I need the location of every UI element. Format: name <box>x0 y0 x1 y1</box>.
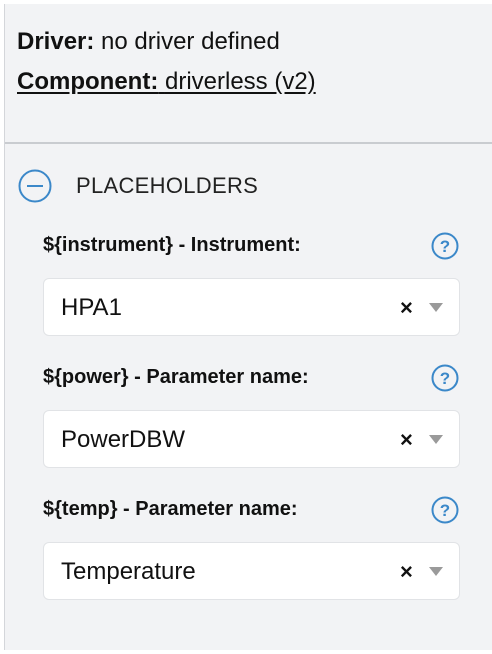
placeholders-section-toggle[interactable]: PLACEHOLDERS <box>18 168 258 204</box>
driver-value: no driver defined <box>101 28 280 55</box>
svg-text:?: ? <box>440 237 450 256</box>
svg-text:?: ? <box>440 369 450 388</box>
power-select[interactable]: PowerDBW × <box>43 410 460 468</box>
driver-line: Driver: no driver defined <box>17 22 316 62</box>
instrument-field-label: ${instrument} - Instrument: <box>43 234 301 256</box>
driver-label: Driver: <box>17 28 95 55</box>
power-field-label: ${power} - Parameter name: <box>43 366 309 388</box>
power-help-icon[interactable]: ? <box>431 364 459 392</box>
power-dropdown-arrow-icon[interactable] <box>429 435 443 444</box>
instrument-clear-icon[interactable]: × <box>400 279 413 337</box>
collapse-minus-circle-icon[interactable] <box>18 169 52 203</box>
instrument-select[interactable]: HPA1 × <box>43 278 460 336</box>
svg-text:?: ? <box>440 501 450 520</box>
temp-select-value: Temperature <box>61 558 196 585</box>
instrument-dropdown-arrow-icon[interactable] <box>429 303 443 312</box>
instrument-select-value: HPA1 <box>61 294 122 321</box>
component-value: driverless (v2) <box>164 68 316 95</box>
temp-dropdown-arrow-icon[interactable] <box>429 567 443 576</box>
power-clear-icon[interactable]: × <box>400 411 413 469</box>
placeholder-panel: Driver: no driver defined Component: dri… <box>4 4 492 650</box>
section-title: PLACEHOLDERS <box>76 173 259 198</box>
instrument-help-icon[interactable]: ? <box>431 232 459 260</box>
temp-select[interactable]: Temperature × <box>43 542 460 600</box>
temp-help-icon[interactable]: ? <box>431 496 459 524</box>
driver-info: Driver: no driver defined Component: dri… <box>17 22 316 102</box>
component-link[interactable]: Component: driverless (v2) <box>17 62 316 102</box>
temp-clear-icon[interactable]: × <box>400 543 413 601</box>
temp-field-label: ${temp} - Parameter name: <box>43 498 298 520</box>
component-label: Component: <box>17 68 159 95</box>
power-select-value: PowerDBW <box>61 426 186 453</box>
section-divider <box>5 142 492 144</box>
